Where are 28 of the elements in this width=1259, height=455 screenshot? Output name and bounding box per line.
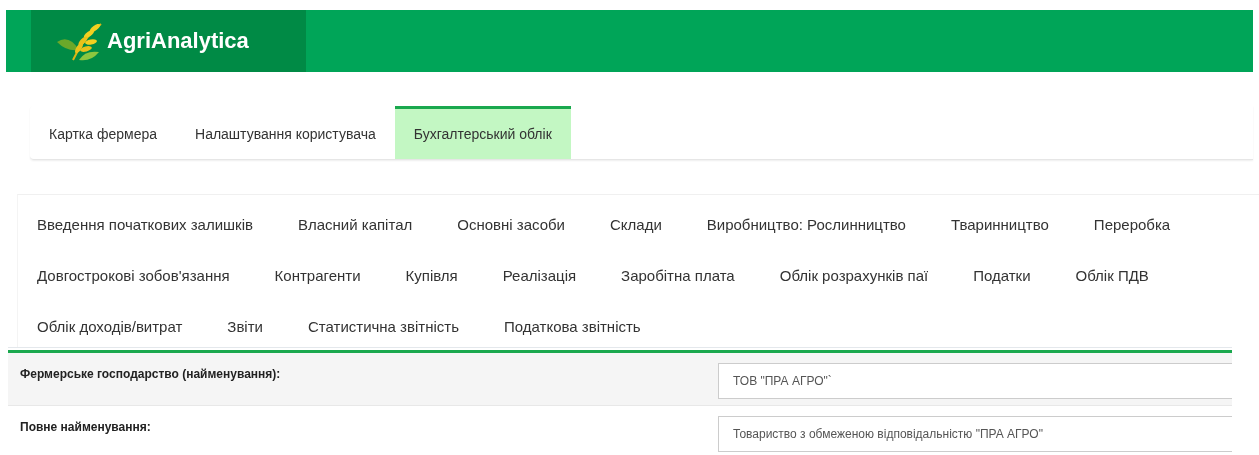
nav-tab[interactable]: Картка фермера <box>30 106 176 159</box>
menu-link[interactable]: Склади <box>610 215 662 235</box>
app-logo-text: AgriAnalytica <box>107 28 249 54</box>
menu-link[interactable]: Тваринництво <box>950 215 1049 235</box>
menu-link[interactable]: Звіти <box>227 317 263 337</box>
menu-link[interactable]: Основні засоби <box>457 215 565 235</box>
menu-link[interactable]: Податки <box>973 266 1031 286</box>
menu-link[interactable]: Реалізація <box>502 266 577 286</box>
text-field[interactable]: ТОВ "ПРА АГРО"` <box>718 363 1232 399</box>
menu-link[interactable]: Заробітна плата <box>621 266 735 286</box>
nav-tab[interactable]: Налаштування користувача <box>176 106 395 159</box>
menu-link[interactable]: Облік ПДВ <box>1075 266 1149 286</box>
field-label: Повне найменування: <box>19 419 152 436</box>
menu-link[interactable]: Переробка <box>1093 215 1171 235</box>
menu-link[interactable]: Облік розрахунків паї <box>779 266 929 286</box>
field-label: Фермерське господарство (найменування): <box>19 366 282 383</box>
wheat-leaf-icon <box>55 20 103 62</box>
menu-link[interactable]: Власний капітал <box>297 215 413 235</box>
menu-link[interactable]: Виробництво: Рослинництво <box>706 215 906 235</box>
menu-link[interactable]: Контрагенти <box>274 266 361 286</box>
menu-link[interactable]: Облік доходів/витрат <box>37 317 183 337</box>
nav-tab[interactable]: Бухгалтерський облік <box>394 106 571 159</box>
menu-link[interactable]: Введення початкових залишків <box>37 215 253 235</box>
text-field[interactable]: Товариство з обмеженою відповідальністю "ПРА АГРО" <box>718 416 1232 452</box>
menu-link[interactable]: Довгострокові зобов'язання <box>37 266 230 286</box>
menu-link[interactable]: Купівля <box>405 266 458 286</box>
menu-link[interactable]: Статистична звітність <box>307 317 459 337</box>
menu-link[interactable]: Податкова звітність <box>504 317 641 337</box>
